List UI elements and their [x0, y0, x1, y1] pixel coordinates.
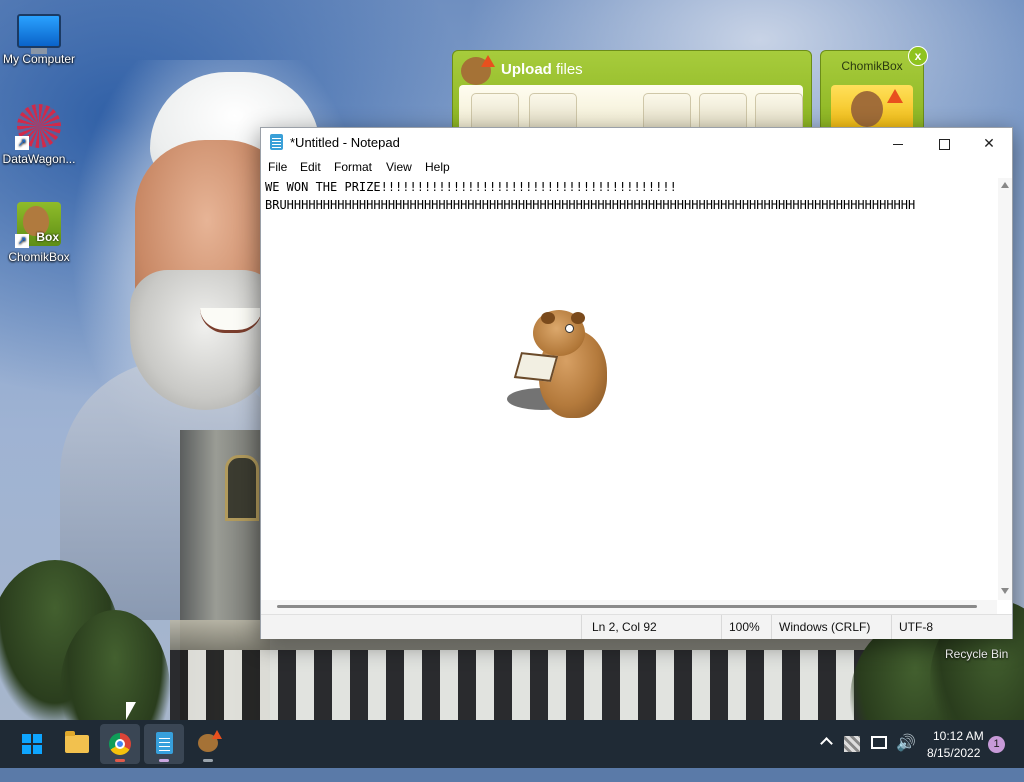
hamster-ear [541, 312, 555, 324]
shortcut-arrow-icon: ↗ [15, 234, 29, 248]
status-line-ending: Windows (CRLF) [779, 620, 871, 634]
chomikbox-upload-panel[interactable]: Upload files [452, 50, 812, 133]
close-button[interactable]: ✕ [966, 128, 1012, 158]
desktop-icon-label: ChomikBox [8, 250, 70, 264]
show-hidden-icons-chevron-icon[interactable] [820, 735, 834, 749]
minimize-icon [893, 143, 903, 145]
chomikbox-close-button[interactable]: x [908, 46, 928, 66]
notepad-titlebar[interactable]: *Untitled - Notepad ✕ [261, 128, 1012, 158]
clock-date[interactable]: 8/15/2022 [927, 746, 980, 760]
vertical-scrollbar[interactable] [998, 178, 1012, 600]
menu-bar: File Edit Format View Help [261, 158, 1012, 178]
window-title: *Untitled - Notepad [290, 135, 400, 150]
menu-format[interactable]: Format [334, 160, 372, 174]
running-indicator [115, 759, 125, 762]
upload-panel-title: Upload files [501, 61, 583, 78]
datawagon-icon: ↗ [15, 104, 61, 150]
hamster-eye [565, 324, 574, 333]
running-indicator [203, 759, 213, 762]
chomikbox-icon: Box ↗ [15, 202, 61, 248]
clock-time[interactable]: 10:12 AM [933, 729, 984, 743]
notepad-icon [156, 732, 173, 754]
tray-app-icon[interactable] [844, 736, 860, 752]
recycle-bin-label[interactable]: Recycle Bin [945, 647, 1008, 661]
status-encoding: UTF-8 [899, 620, 933, 634]
status-separator [771, 615, 772, 639]
upload-button-tray [459, 85, 803, 133]
taskbar-chomikbox[interactable] [188, 724, 228, 764]
chomikbox-upload-button[interactable] [831, 85, 913, 131]
book-icon [513, 352, 559, 382]
chrome-icon [109, 733, 131, 755]
status-separator [581, 615, 582, 639]
status-cursor-position: Ln 2, Col 92 [592, 620, 657, 634]
folder-icon [65, 731, 89, 753]
start-button[interactable] [12, 724, 52, 764]
menu-view[interactable]: View [386, 160, 412, 174]
windows-start-icon [22, 734, 42, 754]
maximize-icon [938, 138, 950, 150]
shortcut-arrow-icon: ↗ [15, 136, 29, 150]
desktop-icon-datawagon[interactable]: ↗ DataWagon... [0, 104, 78, 166]
chomikbox-icon-text: Box [36, 230, 59, 244]
monitor-icon [17, 14, 61, 54]
desktop-icon-label: My Computer [2, 52, 76, 66]
text-line: WE WON THE PRIZE!!!!!!!!!!!!!!!!!!!!!!!!… [265, 180, 677, 194]
active-indicator [159, 759, 169, 762]
menu-help[interactable]: Help [425, 160, 450, 174]
text-line: BRUHHHHHHHHHHHHHHHHHHHHHHHHHHHHHHHHHHHHH… [265, 198, 916, 212]
status-separator [891, 615, 892, 639]
wallpaper-minaret-window [225, 455, 259, 521]
status-bar: Ln 2, Col 92 100% Windows (CRLF) UTF-8 [261, 614, 1012, 639]
notepad-window[interactable]: *Untitled - Notepad ✕ File Edit Format V… [260, 127, 1013, 639]
status-separator [721, 615, 722, 639]
text-editor-area[interactable]: WE WON THE PRIZE!!!!!!!!!!!!!!!!!!!!!!!!… [261, 178, 997, 600]
status-zoom: 100% [729, 620, 760, 634]
scroll-down-icon[interactable] [1001, 588, 1009, 594]
hamster-ear [571, 312, 585, 324]
maximize-button[interactable] [921, 128, 967, 158]
desktop-icon-my-computer[interactable]: My Computer [0, 8, 78, 66]
notepad-app-icon [270, 134, 283, 150]
menu-file[interactable]: File [268, 160, 287, 174]
mouse-cursor-icon [126, 702, 136, 720]
chomikbox-panel[interactable]: ChomikBox [820, 50, 924, 132]
chomikbox-icon [198, 730, 222, 752]
taskbar-notepad[interactable] [144, 724, 184, 764]
notification-badge[interactable]: 1 [988, 736, 1005, 753]
taskbar-chrome[interactable] [100, 724, 140, 764]
hamster-icon [851, 91, 883, 127]
minimize-button[interactable] [875, 128, 921, 158]
chomikbox-panel-title: ChomikBox [841, 59, 903, 73]
desktop-icon-label: DataWagon... [2, 152, 76, 166]
close-icon: ✕ [983, 135, 995, 151]
menu-edit[interactable]: Edit [300, 160, 321, 174]
upload-arrow-icon [481, 55, 495, 67]
scroll-up-icon[interactable] [1001, 182, 1009, 188]
horizontal-scrollbar-thumb[interactable] [277, 605, 977, 608]
horizontal-scrollbar[interactable] [261, 600, 997, 614]
upload-arrow-icon [887, 89, 903, 103]
desktop-icon-chomikbox[interactable]: Box ↗ ChomikBox [0, 202, 78, 264]
hamster-reading-book-image [507, 310, 611, 420]
volume-icon[interactable]: 🔊 [896, 734, 916, 782]
taskbar: 🔊 10:12 AM 8/15/2022 [0, 720, 1024, 768]
taskbar-file-explorer[interactable] [56, 724, 96, 764]
network-icon[interactable] [871, 736, 887, 749]
